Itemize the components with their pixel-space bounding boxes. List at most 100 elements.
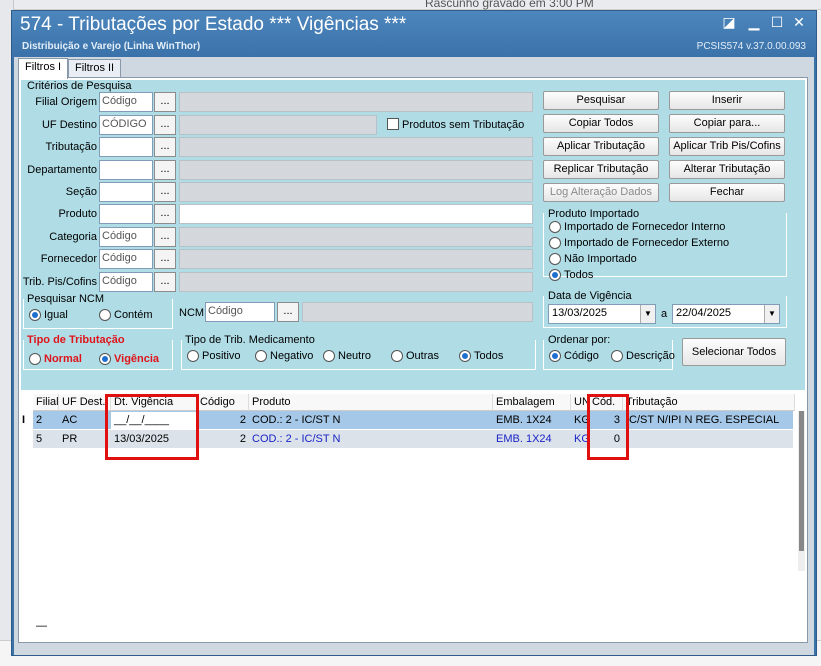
replicar-tributacao-button[interactable]: Replicar Tributação (543, 160, 659, 179)
secao-description (179, 182, 533, 202)
tipo-normal-radio[interactable] (29, 353, 41, 365)
trib-pis-cofins-label: Trib. Pis/Cofins (22, 276, 97, 288)
aplicar-tributacao-button[interactable]: Aplicar Tributação (543, 137, 659, 156)
fornecedor-lookup-button[interactable]: ... (154, 249, 176, 269)
fornecedor-label: Fornecedor (40, 253, 97, 265)
filial-origem-label: Filial Origem (35, 96, 97, 108)
importado-interno-radio[interactable] (549, 221, 561, 233)
criteria-group-label: Critérios de Pesquisa (27, 80, 132, 92)
medicamento-todos-radio[interactable] (459, 350, 471, 362)
departamento-input[interactable] (99, 160, 153, 180)
maximize-button[interactable]: ☐ (767, 14, 787, 31)
ncm-lookup-button[interactable]: ... (277, 302, 299, 322)
medicamento-outras-radio[interactable] (391, 350, 403, 362)
title-bar[interactable]: 574 - Tributações por Estado *** Vigênci… (12, 11, 816, 57)
selecionar-todos-button[interactable]: Selecionar Todos (682, 338, 786, 366)
ncm-contem-radio[interactable] (99, 309, 111, 321)
ncm-description (302, 302, 533, 322)
ncm-input[interactable]: Código (205, 302, 275, 322)
cell-uf: AC (62, 414, 78, 426)
medicamento-todos-label: Todos (474, 350, 504, 362)
filial-origem-description (179, 92, 533, 112)
data-vigencia-from-input[interactable]: 13/03/2025 ▼ (548, 304, 656, 324)
aplicar-trib-pis-cofins-button[interactable]: Aplicar Trib Pis/Cofins (669, 137, 785, 156)
medicamento-negativo-radio[interactable] (255, 350, 267, 362)
fechar-button[interactable]: Fechar (669, 183, 785, 202)
secao-input[interactable] (99, 182, 153, 202)
importado-todos-radio[interactable] (549, 269, 561, 281)
medicamento-negativo-label: Negativo (270, 350, 314, 362)
data-vigencia-to-input[interactable]: 22/04/2025 ▼ (672, 304, 780, 324)
col-codigo[interactable]: Código (197, 394, 249, 411)
copiar-para-button[interactable]: Copiar para... (669, 114, 785, 133)
produtos-sem-tributacao-label: Produtos sem Tributação (402, 119, 525, 131)
cell-filial: 5 (36, 433, 43, 445)
tributacao-input[interactable] (99, 137, 153, 157)
col-filial[interactable]: Filial (33, 394, 59, 411)
data-vigencia-to-value: 22/04/2025 (676, 307, 732, 319)
inserir-button[interactable]: Inserir (669, 91, 785, 110)
alterar-tributacao-button[interactable]: Alterar Tributação (669, 160, 785, 179)
version-text: PCSIS574 v.37.0.00.093 (696, 41, 806, 52)
col-tributacao[interactable]: Tributação (623, 394, 795, 411)
filial-origem-input[interactable]: Código (99, 92, 153, 112)
log-alteracao-dados-button[interactable]: Log Alteração Dados (543, 183, 659, 202)
col-produto[interactable]: Produto (249, 394, 493, 411)
ordenar-descricao-label: Descrição (626, 350, 675, 362)
window-subtitle: Distribuição e Varejo (Linha WinThor) (22, 41, 201, 52)
highlight-cod (587, 394, 629, 460)
fornecedor-input[interactable]: Código (99, 249, 153, 269)
departamento-description (179, 160, 533, 180)
close-button[interactable]: ✕ (789, 14, 809, 31)
window-client: Filtros I Filtros II Critérios de Pesqui… (14, 57, 814, 655)
grid-scrollbar-thumb[interactable] (799, 411, 804, 551)
filial-origem-lookup-button[interactable]: ... (154, 92, 176, 112)
uf-destino-input[interactable]: CÓDIGO (99, 115, 153, 135)
tributacao-label: Tributação (45, 141, 97, 153)
categoria-lookup-button[interactable]: ... (154, 227, 176, 247)
secao-label: Seção (65, 186, 97, 198)
tab-filtros-2[interactable]: Filtros II (68, 59, 122, 78)
ncm-igual-radio[interactable] (29, 309, 41, 321)
ncm-igual-label: Igual (44, 309, 68, 321)
cell-embalagem: EMB. 1X24 (496, 414, 552, 426)
col-embalagem[interactable]: Embalagem (493, 394, 571, 411)
ordenar-descricao-radio[interactable] (611, 350, 623, 362)
chevron-down-icon[interactable]: ▼ (640, 305, 655, 323)
chevron-down-icon[interactable]: ▼ (764, 305, 779, 323)
grid-scrollbar[interactable] (798, 411, 805, 571)
pesquisar-button[interactable]: Pesquisar (543, 91, 659, 110)
minimize-button[interactable]: ▁ (744, 14, 764, 31)
categoria-input[interactable]: Código (99, 227, 153, 247)
nao-importado-radio[interactable] (549, 253, 561, 265)
copiar-todos-button[interactable]: Copiar Todos (543, 114, 659, 133)
row-indicator (19, 431, 33, 448)
tab-filtros-1[interactable]: Filtros I (18, 58, 69, 79)
cell-produto: COD.: 2 - IC/ST N (252, 414, 341, 426)
trib-pis-cofins-input[interactable]: Código (99, 272, 153, 292)
col-uf-dest[interactable]: UF Dest. (59, 394, 111, 411)
ordenar-codigo-label: Código (564, 350, 599, 362)
uf-destino-lookup-button[interactable]: ... (154, 115, 176, 135)
ordenar-codigo-radio[interactable] (549, 350, 561, 362)
background-app-toolbar: Rascunho gravado em 3:00 PM (0, 0, 821, 10)
tipo-vigencia-radio[interactable] (99, 353, 111, 365)
importado-externo-radio[interactable] (549, 237, 561, 249)
row-indicator: I (22, 414, 26, 426)
trib-pis-cofins-lookup-button[interactable]: ... (154, 272, 176, 292)
results-grid[interactable]: Filial UF Dest. Dt. Vigência Código Prod… (19, 394, 805, 638)
departamento-lookup-button[interactable]: ... (154, 160, 176, 180)
produtos-sem-tributacao-checkbox[interactable] (387, 118, 399, 130)
secao-lookup-button[interactable]: ... (154, 182, 176, 202)
data-vigencia-sep: a (661, 308, 668, 320)
produto-lookup-button[interactable]: ... (154, 204, 176, 224)
tributacao-lookup-button[interactable]: ... (154, 137, 176, 157)
fornecedor-description (179, 249, 533, 269)
medicamento-neutro-radio[interactable] (323, 350, 335, 362)
produto-description[interactable] (179, 204, 533, 224)
cell-produto: COD.: 2 - IC/ST N (252, 433, 341, 445)
restore-icon[interactable]: ◪ (719, 14, 739, 31)
medicamento-positivo-radio[interactable] (187, 350, 199, 362)
produto-input[interactable] (99, 204, 153, 224)
filter-area: Critérios de Pesquisa Filial Origem Códi… (21, 80, 805, 390)
